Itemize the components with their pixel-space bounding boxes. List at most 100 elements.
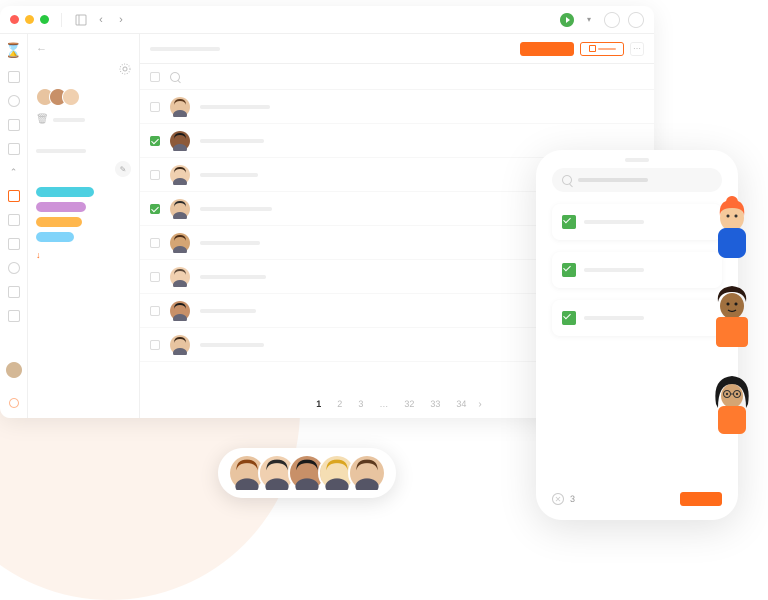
row-checkbox[interactable]: [150, 272, 160, 282]
page-number[interactable]: 3: [354, 397, 367, 411]
row-checkbox[interactable]: [150, 102, 160, 112]
clock-icon[interactable]: [8, 95, 20, 107]
add-tag-icon[interactable]: ↓: [36, 250, 42, 260]
row-label: [200, 207, 272, 211]
phone-list-item[interactable]: [552, 300, 722, 336]
row-label: [200, 241, 260, 245]
phone-action-button[interactable]: [680, 492, 722, 506]
page-number[interactable]: …: [375, 397, 392, 411]
clipboard-icon[interactable]: [8, 143, 20, 155]
row-avatar: [170, 301, 190, 321]
doc-icon[interactable]: [8, 119, 20, 131]
tag-pill[interactable]: [36, 202, 86, 212]
select-all-checkbox[interactable]: [150, 72, 160, 82]
primary-button[interactable]: [520, 42, 574, 56]
user-avatar[interactable]: [6, 362, 22, 378]
back-icon[interactable]: ‹: [94, 13, 108, 27]
separator: [61, 13, 62, 27]
phone-mockup: ✕ 3: [536, 150, 738, 520]
phone-checkbox[interactable]: [562, 311, 576, 325]
panel-avatar-stack[interactable]: [36, 88, 131, 106]
row-avatar: [170, 335, 190, 355]
sync-icon[interactable]: [9, 398, 19, 408]
page-number[interactable]: 32: [400, 397, 418, 411]
row-label: [200, 275, 266, 279]
secondary-button[interactable]: [580, 42, 624, 56]
row-checkbox[interactable]: [150, 204, 160, 214]
row-label: [200, 343, 264, 347]
character-2: [698, 282, 766, 350]
box-icon[interactable]: [8, 238, 20, 250]
row-avatar: [170, 165, 190, 185]
forward-icon[interactable]: ›: [114, 13, 128, 27]
strip-avatar[interactable]: [348, 454, 386, 492]
page-number[interactable]: 1: [312, 397, 325, 411]
panel-avatar: [62, 88, 80, 106]
avatar-strip: [218, 448, 396, 498]
row-checkbox[interactable]: [150, 340, 160, 350]
phone-item-label: [584, 220, 644, 224]
tag-pill[interactable]: [36, 187, 94, 197]
panel-back-icon[interactable]: ←: [36, 42, 131, 54]
phone-list-item[interactable]: [552, 204, 722, 240]
row-checkbox[interactable]: [150, 238, 160, 248]
chevron-up-icon[interactable]: ⌃: [10, 167, 18, 178]
close-dot[interactable]: [10, 15, 19, 24]
option-2-button[interactable]: [628, 12, 644, 28]
edit-icon[interactable]: ✎: [115, 161, 131, 177]
table-row[interactable]: [140, 90, 654, 124]
page-number[interactable]: 33: [426, 397, 444, 411]
close-icon[interactable]: ✕: [552, 493, 564, 505]
selection-count: 3: [570, 494, 575, 504]
chevron-down-icon[interactable]: ▾: [582, 13, 596, 27]
trash-icon[interactable]: 🗑: [36, 114, 131, 125]
row-avatar: [170, 199, 190, 219]
play-button[interactable]: [560, 13, 574, 27]
phone-checkbox[interactable]: [562, 263, 576, 277]
tag-pill[interactable]: [36, 217, 82, 227]
row-avatar: [170, 97, 190, 117]
card-icon[interactable]: [8, 214, 20, 226]
maximize-dot[interactable]: [40, 15, 49, 24]
content-header: ⋯: [140, 34, 654, 64]
row-label: [200, 139, 264, 143]
search-icon[interactable]: [170, 72, 180, 82]
search-icon: [562, 175, 572, 185]
row-label: [200, 309, 256, 313]
people-icon[interactable]: [8, 190, 20, 202]
page-number[interactable]: 2: [333, 397, 346, 411]
phone-item-label: [584, 268, 644, 272]
pin-icon[interactable]: [8, 262, 20, 274]
phone-list: [552, 204, 722, 484]
sidebar-toggle-icon[interactable]: [74, 13, 88, 27]
grid-icon[interactable]: [8, 71, 20, 83]
header-title: [150, 47, 220, 51]
more-button[interactable]: ⋯: [630, 42, 644, 56]
phone-checkbox[interactable]: [562, 215, 576, 229]
character-3: [698, 370, 766, 438]
phone-list-item[interactable]: [552, 252, 722, 288]
phone-footer: ✕ 3: [552, 492, 722, 506]
filter-bar: [140, 64, 654, 90]
next-page-icon[interactable]: ›: [478, 399, 481, 410]
row-checkbox[interactable]: [150, 136, 160, 146]
row-checkbox[interactable]: [150, 170, 160, 180]
row-avatar: [170, 267, 190, 287]
row-label: [200, 173, 258, 177]
phone-notch: [625, 158, 649, 162]
row-label: [200, 105, 270, 109]
phone-search[interactable]: [552, 168, 722, 192]
row-avatar: [170, 131, 190, 151]
option-1-button[interactable]: [604, 12, 620, 28]
side-panel: ← 🗑 ✎ ↓: [28, 34, 140, 418]
tag-icon[interactable]: [8, 286, 20, 298]
app-logo-icon[interactable]: ⌛: [5, 42, 22, 59]
minimize-dot[interactable]: [25, 15, 34, 24]
page-number[interactable]: 34: [452, 397, 470, 411]
stats-icon[interactable]: [8, 310, 20, 322]
character-1: [698, 194, 766, 262]
gear-icon[interactable]: [119, 62, 131, 80]
row-checkbox[interactable]: [150, 306, 160, 316]
tag-pill[interactable]: [36, 232, 74, 242]
phone-item-label: [584, 316, 644, 320]
